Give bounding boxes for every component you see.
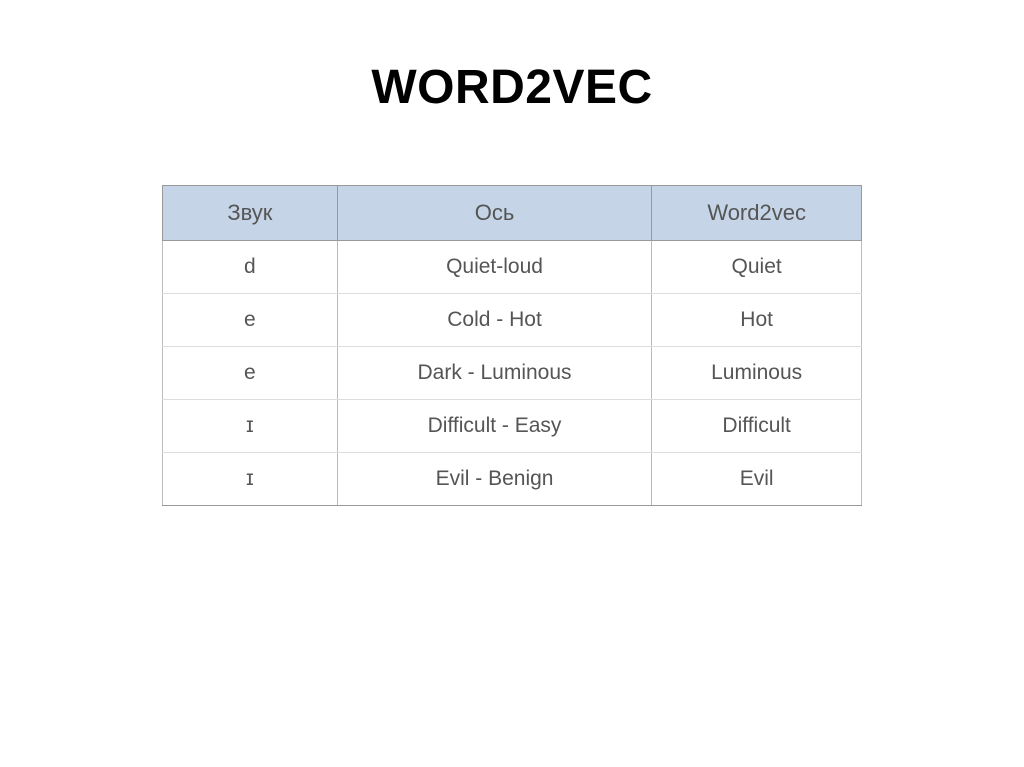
cell-axis: Cold - Hot (337, 294, 652, 347)
data-table: Звук Ось Word2vec d Quiet-loud Quiet e C… (162, 185, 862, 506)
cell-sound: e (163, 347, 338, 400)
col-header-word2vec: Word2vec (652, 186, 862, 241)
cell-axis: Quiet-loud (337, 241, 652, 294)
cell-axis: Dark - Luminous (337, 347, 652, 400)
col-header-sound: Звук (163, 186, 338, 241)
table-row: d Quiet-loud Quiet (163, 241, 862, 294)
table-row: ɪ Difficult - Easy Difficult (163, 400, 862, 453)
col-header-axis: Ось (337, 186, 652, 241)
table-container: Звук Ось Word2vec d Quiet-loud Quiet e C… (162, 185, 862, 506)
cell-sound: e (163, 294, 338, 347)
cell-sound: ɪ (163, 400, 338, 453)
cell-word2vec: Difficult (652, 400, 862, 453)
page-title: WORD2VEC (371, 60, 652, 115)
table-row: ɪ Evil - Benign Evil (163, 453, 862, 506)
table-row: e Dark - Luminous Luminous (163, 347, 862, 400)
table-row: e Cold - Hot Hot (163, 294, 862, 347)
table-header-row: Звук Ось Word2vec (163, 186, 862, 241)
cell-word2vec: Luminous (652, 347, 862, 400)
cell-axis: Difficult - Easy (337, 400, 652, 453)
cell-sound: d (163, 241, 338, 294)
cell-word2vec: Evil (652, 453, 862, 506)
cell-word2vec: Hot (652, 294, 862, 347)
cell-axis: Evil - Benign (337, 453, 652, 506)
cell-sound: ɪ (163, 453, 338, 506)
cell-word2vec: Quiet (652, 241, 862, 294)
